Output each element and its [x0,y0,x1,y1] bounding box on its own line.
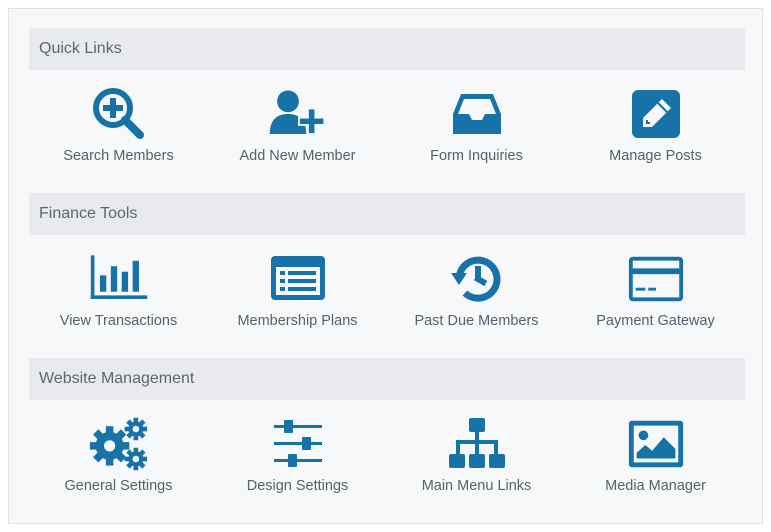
inbox-icon [447,86,507,142]
general-settings-tile[interactable]: General Settings [29,400,208,523]
section-quick-links: Quick Links Search Members Add New Membe… [29,28,745,193]
section-header: Finance Tools [29,193,745,235]
section-finance-tools: Finance Tools View Transactions Membersh… [29,193,745,358]
section-header: Quick Links [29,28,745,70]
tile-label: View Transactions [59,313,178,329]
list-alt-icon [268,251,328,307]
section-header: Website Management [29,358,745,400]
pencil-square-icon [626,86,686,142]
tile-label: Manage Posts [609,148,702,164]
tile-label: Media Manager [605,478,706,494]
tile-label: Main Menu Links [421,478,532,494]
payment-gateway-tile[interactable]: Payment Gateway [566,235,745,358]
add-new-member-tile[interactable]: Add New Member [208,70,387,193]
tile-label: Search Members [63,148,174,164]
history-icon [447,251,507,307]
search-plus-icon [89,86,149,142]
tile-label: Membership Plans [237,313,358,329]
tile-grid: Search Members Add New Member Form Inqui… [29,70,745,193]
manage-posts-tile[interactable]: Manage Posts [566,70,745,193]
tile-label: Payment Gateway [596,313,715,329]
main-menu-links-tile[interactable]: Main Menu Links [387,400,566,523]
tile-label: General Settings [64,478,173,494]
past-due-members-tile[interactable]: Past Due Members [387,235,566,358]
design-settings-tile[interactable]: Design Settings [208,400,387,523]
tile-label: Add New Member [239,148,356,164]
tile-label: Past Due Members [414,313,539,329]
media-manager-tile[interactable]: Media Manager [566,400,745,523]
user-plus-icon [268,86,328,142]
form-inquiries-tile[interactable]: Form Inquiries [387,70,566,193]
sliders-icon [268,416,328,472]
image-icon [626,416,686,472]
tile-grid: View Transactions Membership Plans Past … [29,235,745,358]
tile-label: Design Settings [246,478,349,494]
view-transactions-tile[interactable]: View Transactions [29,235,208,358]
gears-icon [89,416,149,472]
tile-label: Form Inquiries [430,148,523,164]
search-members-tile[interactable]: Search Members [29,70,208,193]
membership-plans-tile[interactable]: Membership Plans [208,235,387,358]
admin-dashboard-panel: Quick Links Search Members Add New Membe… [8,8,763,524]
tile-grid: General Settings Design Settings Main Me… [29,400,745,523]
sitemap-icon [447,416,507,472]
section-website-management: Website Management General Settings Desi… [29,358,745,523]
credit-card-icon [626,251,686,307]
bar-chart-icon [89,251,149,307]
